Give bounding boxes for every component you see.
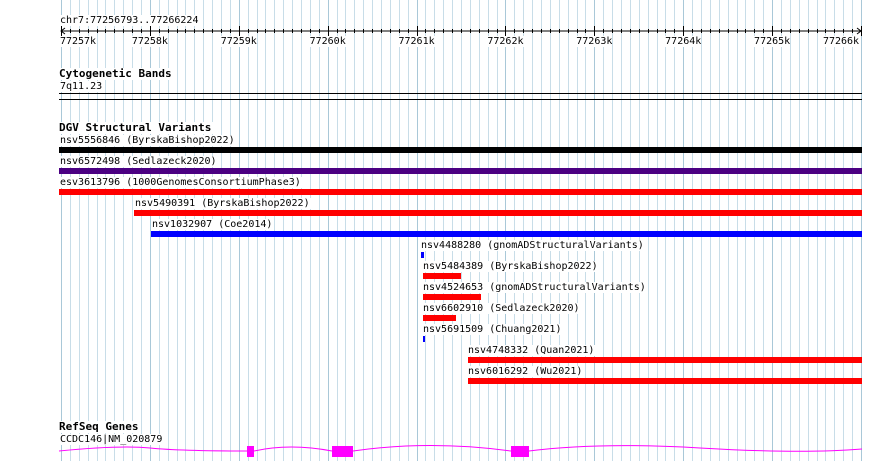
feature-label: nsv4748332 (Quan2021): [467, 345, 596, 356]
cytoband-track-title: Cytogenetic Bands: [59, 67, 174, 80]
gene-exon: [332, 446, 353, 457]
ruler-tick-label: 77262k: [487, 36, 524, 47]
ruler-tick-label: 77257k: [59, 36, 97, 47]
feature-bar[interactable]: [134, 210, 862, 216]
feature-bar[interactable]: [421, 252, 424, 258]
ruler-tick-label: 77263k: [576, 36, 613, 47]
cytoband-label[interactable]: 7q11.23: [60, 81, 103, 92]
gene-model[interactable]: [0, 440, 890, 461]
ruler-tick-label: 77260k: [309, 36, 346, 47]
feature-label: esv3613796 (1000GenomesConsortiumPhase3): [59, 177, 302, 188]
feature-label: nsv4524653 (gnomADStructuralVariants): [422, 282, 647, 293]
feature-bar[interactable]: [423, 315, 456, 321]
gene-intron-line: [58, 445, 863, 452]
feature-label: nsv5691509 (Chuang2021): [422, 324, 563, 335]
feature-bar[interactable]: [468, 378, 862, 384]
feature-bar[interactable]: [151, 231, 862, 237]
feature-bar[interactable]: [423, 273, 461, 279]
ruler-tick-label: 77264k: [665, 36, 702, 47]
feature-bar[interactable]: [59, 168, 862, 174]
feature-bar[interactable]: [423, 294, 481, 300]
feature-bar[interactable]: [59, 147, 862, 153]
refseq-track-title: RefSeq Genes: [59, 420, 141, 433]
feature-label: nsv6602910 (Sedlazeck2020): [422, 303, 581, 314]
feature-bar[interactable]: [468, 357, 862, 363]
feature-bar[interactable]: [423, 336, 425, 342]
feature-label: nsv1032907 (Coe2014): [151, 219, 274, 230]
range-label: chr7:77256793..77266224: [60, 15, 199, 26]
ruler-tick-label: 77265k: [754, 36, 791, 47]
feature-label: nsv5556846 (ByrskaBishop2022): [59, 135, 236, 146]
feature-label: nsv5484389 (ByrskaBishop2022): [422, 261, 599, 272]
cytoband-top-line: [59, 93, 862, 94]
feature-label: nsv5490391 (ByrskaBishop2022): [134, 198, 311, 209]
feature-label: nsv6016292 (Wu2021): [467, 366, 584, 377]
feature-label: nsv4488280 (gnomADStructuralVariants): [420, 240, 645, 251]
ruler-tick-label: 77259k: [220, 36, 257, 47]
dgv-track-title: DGV Structural Variants: [59, 121, 214, 134]
gene-exon: [247, 446, 254, 457]
feature-bar[interactable]: [59, 189, 862, 195]
ruler-tick-label: 77266k: [822, 36, 860, 47]
ruler-tick-label: 77261k: [398, 36, 435, 47]
ruler-tick-label: 77258k: [131, 36, 168, 47]
genome-browser-view: chr7:77256793..77266224 77257k 77258k 7725…: [0, 0, 890, 461]
gene-exon: [511, 446, 529, 457]
feature-label: nsv6572498 (Sedlazeck2020): [59, 156, 218, 167]
cytoband-bottom-line: [59, 99, 862, 100]
